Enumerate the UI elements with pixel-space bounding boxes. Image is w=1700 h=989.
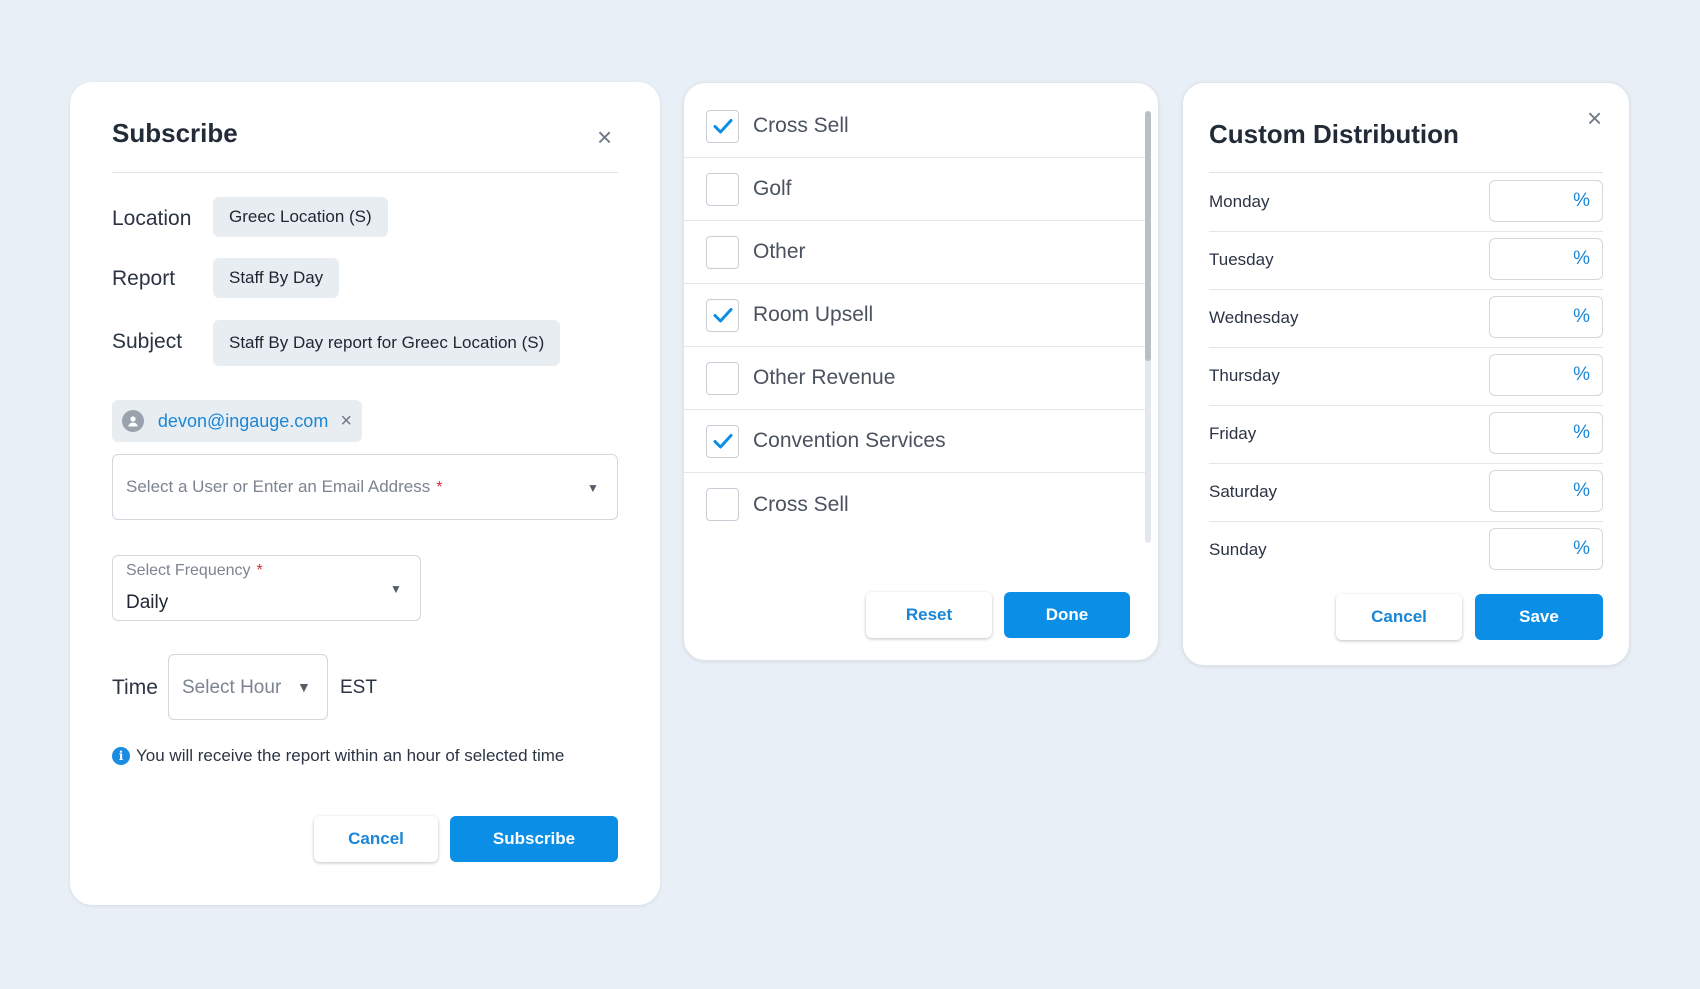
day-label: Monday	[1209, 192, 1270, 211]
info-note: i You will receive the report within an …	[112, 746, 564, 766]
day-row: Monday%	[1209, 174, 1603, 232]
checkbox-checked[interactable]	[706, 109, 739, 143]
checkbox-unchecked[interactable]	[706, 361, 739, 395]
custom-distribution-dialog: × Custom Distribution Monday% Tuesday% Wed…	[1182, 82, 1630, 666]
checklist-item[interactable]: Golf	[684, 158, 1148, 221]
percent-symbol: %	[1573, 190, 1590, 211]
day-row: Thursday%	[1209, 348, 1603, 406]
day-label: Tuesday	[1209, 250, 1274, 269]
save-button[interactable]: Save	[1475, 594, 1603, 640]
day-label: Wednesday	[1209, 308, 1299, 327]
checkbox-checked[interactable]	[706, 424, 739, 458]
subscribe-button[interactable]: Subscribe	[450, 816, 618, 862]
user-email-placeholder: Select a User or Enter an Email Address	[126, 477, 431, 496]
percent-symbol: %	[1573, 538, 1590, 559]
checklist-item[interactable]: Convention Services	[684, 410, 1148, 473]
checklist-item-label: Cross Sell	[753, 492, 849, 516]
remove-chip-icon[interactable]: ×	[340, 410, 352, 433]
checklist-item[interactable]: Cross Sell	[684, 473, 1148, 536]
chevron-down-icon: ▼	[390, 582, 402, 596]
percentage-input[interactable]: %	[1489, 412, 1603, 454]
scrollbar[interactable]	[1145, 111, 1151, 543]
percentage-input[interactable]: %	[1489, 528, 1603, 570]
checkmark-icon	[713, 119, 732, 134]
day-label: Friday	[1209, 424, 1257, 443]
percent-symbol: %	[1573, 248, 1590, 269]
subscribe-dialog: Subscribe × Location Greec Location (S) …	[70, 82, 660, 905]
day-label: Saturday	[1209, 482, 1278, 501]
frequency-label: Select Frequency	[126, 562, 251, 579]
frequency-select[interactable]: Select Frequency * Daily ▼	[112, 555, 421, 621]
location-chip: Greec Location (S)	[213, 197, 388, 237]
checkbox-checked[interactable]	[706, 298, 739, 332]
cancel-button[interactable]: Cancel	[314, 816, 438, 862]
percentage-input[interactable]: %	[1489, 238, 1603, 280]
cancel-button[interactable]: Cancel	[1336, 594, 1462, 640]
checkmark-icon	[713, 434, 732, 449]
checklist-item-label: Other	[753, 240, 806, 263]
divider	[1209, 172, 1603, 173]
email-recipient-chip: devon@ingauge.com ×	[112, 400, 362, 442]
hour-select[interactable]: Select Hour ▼	[168, 654, 328, 720]
custom-distribution-title: Custom Distribution	[1209, 119, 1459, 149]
time-label: Time	[112, 676, 158, 699]
checkbox-unchecked[interactable]	[706, 488, 739, 521]
info-icon: i	[112, 747, 130, 765]
location-label: Location	[112, 207, 192, 230]
info-text: You will receive the report within an ho…	[136, 746, 565, 765]
percent-symbol: %	[1573, 422, 1590, 443]
checklist-item[interactable]: Cross Sell	[684, 95, 1148, 158]
report-label: Report	[112, 267, 176, 290]
percentage-input[interactable]: %	[1489, 354, 1603, 396]
subject-chip: Staff By Day report for Greec Location (…	[213, 320, 561, 366]
checklist-item-label: Golf	[753, 177, 792, 200]
email-address: devon@ingauge.com	[157, 410, 329, 431]
checklist-item[interactable]: Other Revenue	[684, 347, 1148, 410]
day-row: Sunday%	[1209, 522, 1603, 580]
scrollbar-thumb[interactable]	[1145, 111, 1151, 361]
close-icon[interactable]: ×	[597, 124, 612, 150]
subject-label: Subject	[112, 330, 183, 353]
day-label: Sunday	[1209, 540, 1267, 559]
done-button[interactable]: Done	[1004, 592, 1130, 638]
percentage-input[interactable]: %	[1489, 296, 1603, 338]
percent-symbol: %	[1573, 364, 1590, 385]
checkbox-unchecked[interactable]	[706, 235, 739, 269]
hour-placeholder: Select Hour	[182, 677, 282, 698]
close-icon[interactable]: ×	[1587, 105, 1602, 131]
checkbox-unchecked[interactable]	[706, 172, 739, 206]
percent-symbol: %	[1573, 306, 1590, 327]
checklist-item-label: Convention Services	[753, 429, 946, 452]
checklist-item-label: Room Upsell	[753, 303, 874, 326]
checklist-item[interactable]: Room Upsell	[684, 284, 1148, 347]
user-email-select[interactable]: Select a User or Enter an Email Address *…	[112, 454, 618, 520]
report-chip: Staff By Day	[213, 258, 340, 298]
chevron-down-icon: ▼	[587, 481, 599, 495]
reset-button[interactable]: Reset	[866, 592, 992, 638]
required-mark: *	[436, 479, 443, 496]
user-avatar-icon	[122, 410, 144, 432]
checklist-item[interactable]: Other	[684, 221, 1148, 284]
percentage-input[interactable]: %	[1489, 180, 1603, 222]
checkmark-icon	[713, 308, 732, 323]
day-row: Friday%	[1209, 406, 1603, 464]
percentage-input[interactable]: %	[1489, 470, 1603, 512]
checklist-item-label: Cross Sell	[753, 114, 849, 137]
subscribe-title: Subscribe	[112, 118, 238, 148]
divider	[112, 172, 618, 173]
day-row: Wednesday%	[1209, 290, 1603, 348]
required-mark: *	[256, 562, 263, 579]
day-row: Saturday%	[1209, 464, 1603, 522]
category-checklist-panel: Cross Sell Golf Other Room Upsell Other Reve…	[683, 82, 1159, 661]
timezone-label: EST	[340, 677, 377, 698]
day-row: Tuesday%	[1209, 232, 1603, 290]
percent-symbol: %	[1573, 480, 1590, 501]
checklist-item-label: Other Revenue	[753, 366, 896, 389]
chevron-down-icon: ▼	[297, 679, 311, 695]
day-label: Thursday	[1209, 366, 1280, 385]
frequency-value: Daily	[126, 592, 169, 613]
